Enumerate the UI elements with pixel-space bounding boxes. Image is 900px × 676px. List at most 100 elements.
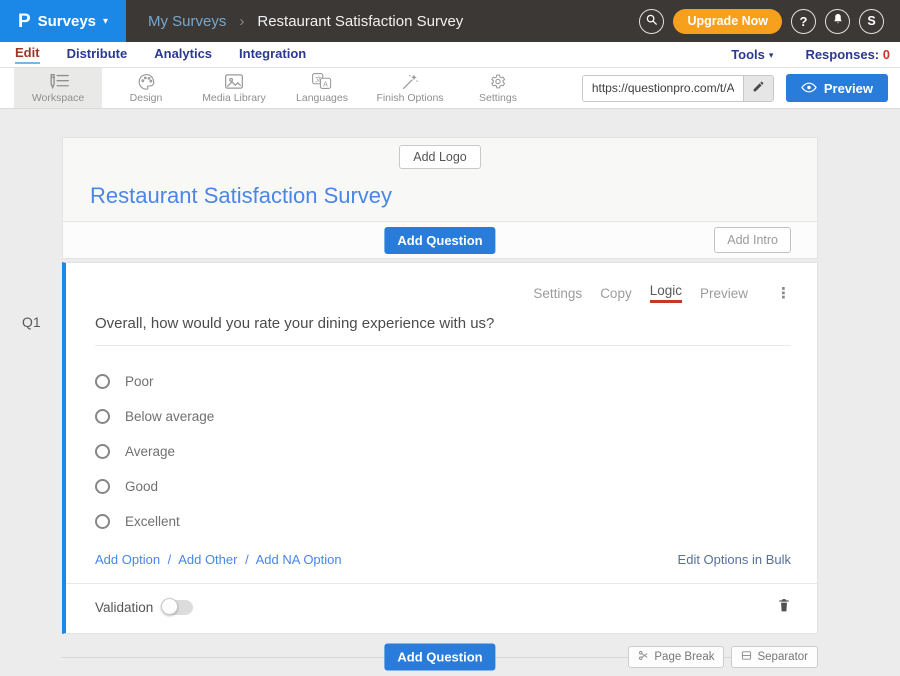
translate-icon: 文A xyxy=(311,72,333,90)
breadcrumb-my-surveys[interactable]: My Surveys xyxy=(148,13,226,30)
tabbar-right: Tools ▾ Responses: 0 xyxy=(731,47,900,62)
svg-text:文: 文 xyxy=(315,74,322,83)
toolbar-item-workspace[interactable]: Workspace xyxy=(14,68,102,108)
radio-button[interactable] xyxy=(95,409,110,424)
option-links-row: Add Option / Add Other / Add NA Option E… xyxy=(95,552,791,567)
surveys-product-menu[interactable]: P Surveys ▾ xyxy=(0,0,126,42)
pencil-icon xyxy=(752,80,765,96)
breadcrumb: My Surveys › Restaurant Satisfaction Sur… xyxy=(148,13,463,30)
chevron-down-icon: ▾ xyxy=(103,17,108,27)
bell-icon xyxy=(832,13,844,29)
question-settings-link[interactable]: Settings xyxy=(533,286,582,301)
breadcrumb-current-survey: Restaurant Satisfaction Survey xyxy=(257,13,463,30)
question-logic-link[interactable]: Logic xyxy=(650,283,682,303)
option-label[interactable]: Below average xyxy=(125,409,214,424)
search-button[interactable] xyxy=(639,9,664,34)
question-preview-link[interactable]: Preview xyxy=(700,286,748,301)
survey-canvas: Q1 Add Logo Restaurant Satisfaction Surv… xyxy=(0,109,900,675)
question-text[interactable]: Overall, how would you rate your dining … xyxy=(95,315,791,346)
toolbar-item-settings[interactable]: Settings xyxy=(454,68,542,108)
edit-url-button[interactable] xyxy=(743,76,773,101)
insert-controls: Page Break Separator xyxy=(628,646,818,668)
toolbar-item-languages[interactable]: 文A Languages xyxy=(278,68,366,108)
questionpro-logo: P xyxy=(18,12,31,31)
main-tabs: Edit Distribute Analytics Integration To… xyxy=(0,42,900,68)
question-copy-link[interactable]: Copy xyxy=(600,286,632,301)
responses-count-value: 0 xyxy=(883,47,890,62)
top-header: P Surveys ▾ My Surveys › Restaurant Sati… xyxy=(0,0,900,42)
chevron-down-icon: ▾ xyxy=(769,51,774,60)
survey-title[interactable]: Restaurant Satisfaction Survey xyxy=(90,183,817,209)
link-separator: / xyxy=(245,552,249,567)
toolbar-item-design[interactable]: Design xyxy=(102,68,190,108)
tab-integration[interactable]: Integration xyxy=(239,46,306,63)
add-question-button-bottom[interactable]: Add Question xyxy=(384,644,495,671)
add-question-button-top[interactable]: Add Question xyxy=(384,227,495,254)
add-logo-button[interactable]: Add Logo xyxy=(399,145,481,169)
preview-label: Preview xyxy=(824,81,873,96)
add-option-links: Add Option / Add Other / Add NA Option xyxy=(95,552,342,567)
validation-label: Validation xyxy=(95,600,153,615)
responses-counter[interactable]: Responses: 0 xyxy=(805,47,890,62)
answer-options-list: Poor Below average Average Good xyxy=(95,364,791,539)
tab-analytics[interactable]: Analytics xyxy=(154,46,212,63)
survey-link-group xyxy=(582,75,774,102)
more-options-icon[interactable]: ⋮ xyxy=(776,284,791,302)
tab-distribute[interactable]: Distribute xyxy=(67,46,128,63)
tools-menu[interactable]: Tools ▾ xyxy=(731,47,773,62)
radio-button[interactable] xyxy=(95,374,110,389)
option-label[interactable]: Average xyxy=(125,444,175,459)
option-label[interactable]: Good xyxy=(125,479,158,494)
add-question-row-bottom: Add Question Page Break Separator xyxy=(62,644,818,670)
add-option-link[interactable]: Add Option xyxy=(95,552,160,567)
validation-row: Validation xyxy=(95,584,791,633)
validation-toggle[interactable] xyxy=(163,600,193,615)
question-number: Q1 xyxy=(22,314,41,330)
responses-label: Responses: xyxy=(805,47,879,62)
radio-button[interactable] xyxy=(95,444,110,459)
palette-icon xyxy=(137,73,156,90)
question-card: Settings Copy Logic Preview ⋮ Overall, h… xyxy=(62,262,818,634)
product-name: Surveys xyxy=(38,13,96,30)
toolbar-item-label: Workspace xyxy=(32,92,84,104)
toolbar-item-label: Media Library xyxy=(202,92,266,104)
image-icon xyxy=(224,73,244,90)
add-intro-button[interactable]: Add Intro xyxy=(714,227,791,253)
toolbar-item-label: Settings xyxy=(479,92,517,104)
add-question-row-top: Add Question Add Intro xyxy=(62,222,818,259)
answer-option-row: Poor xyxy=(95,364,791,399)
separator-icon xyxy=(741,650,752,664)
trash-icon xyxy=(777,597,791,618)
workspace-icon xyxy=(46,73,70,90)
page-break-label: Page Break xyxy=(654,651,714,663)
separator-button[interactable]: Separator xyxy=(731,646,818,668)
answer-option-row: Average xyxy=(95,434,791,469)
delete-question-button[interactable] xyxy=(777,597,791,618)
answer-option-row: Excellent xyxy=(95,504,791,539)
add-na-option-link[interactable]: Add NA Option xyxy=(256,552,342,567)
toolbar-item-media-library[interactable]: Media Library xyxy=(190,68,278,108)
page-break-button[interactable]: Page Break xyxy=(628,646,724,668)
link-separator: / xyxy=(168,552,172,567)
tab-edit[interactable]: Edit xyxy=(15,45,40,64)
option-label[interactable]: Excellent xyxy=(125,514,180,529)
upgrade-now-button[interactable]: Upgrade Now xyxy=(673,9,782,34)
survey-url-input[interactable] xyxy=(583,76,743,101)
answer-option-row: Good xyxy=(95,469,791,504)
add-other-link[interactable]: Add Other xyxy=(178,552,237,567)
radio-button[interactable] xyxy=(95,479,110,494)
toolbar-item-finish-options[interactable]: Finish Options xyxy=(366,68,454,108)
preview-button[interactable]: Preview xyxy=(786,74,888,102)
option-label[interactable]: Poor xyxy=(125,374,154,389)
answer-option-row: Below average xyxy=(95,399,791,434)
notifications-button[interactable] xyxy=(825,9,850,34)
svg-text:A: A xyxy=(323,81,328,88)
toolbar-item-label: Finish Options xyxy=(376,92,443,104)
radio-button[interactable] xyxy=(95,514,110,529)
help-button[interactable]: ? xyxy=(791,9,816,34)
scissors-icon xyxy=(638,650,649,664)
edit-options-in-bulk-link[interactable]: Edit Options in Bulk xyxy=(678,552,791,567)
user-avatar[interactable]: S xyxy=(859,9,884,34)
breadcrumb-chevron-icon: › xyxy=(239,13,244,30)
survey-card: Add Logo Restaurant Satisfaction Survey … xyxy=(62,137,818,675)
